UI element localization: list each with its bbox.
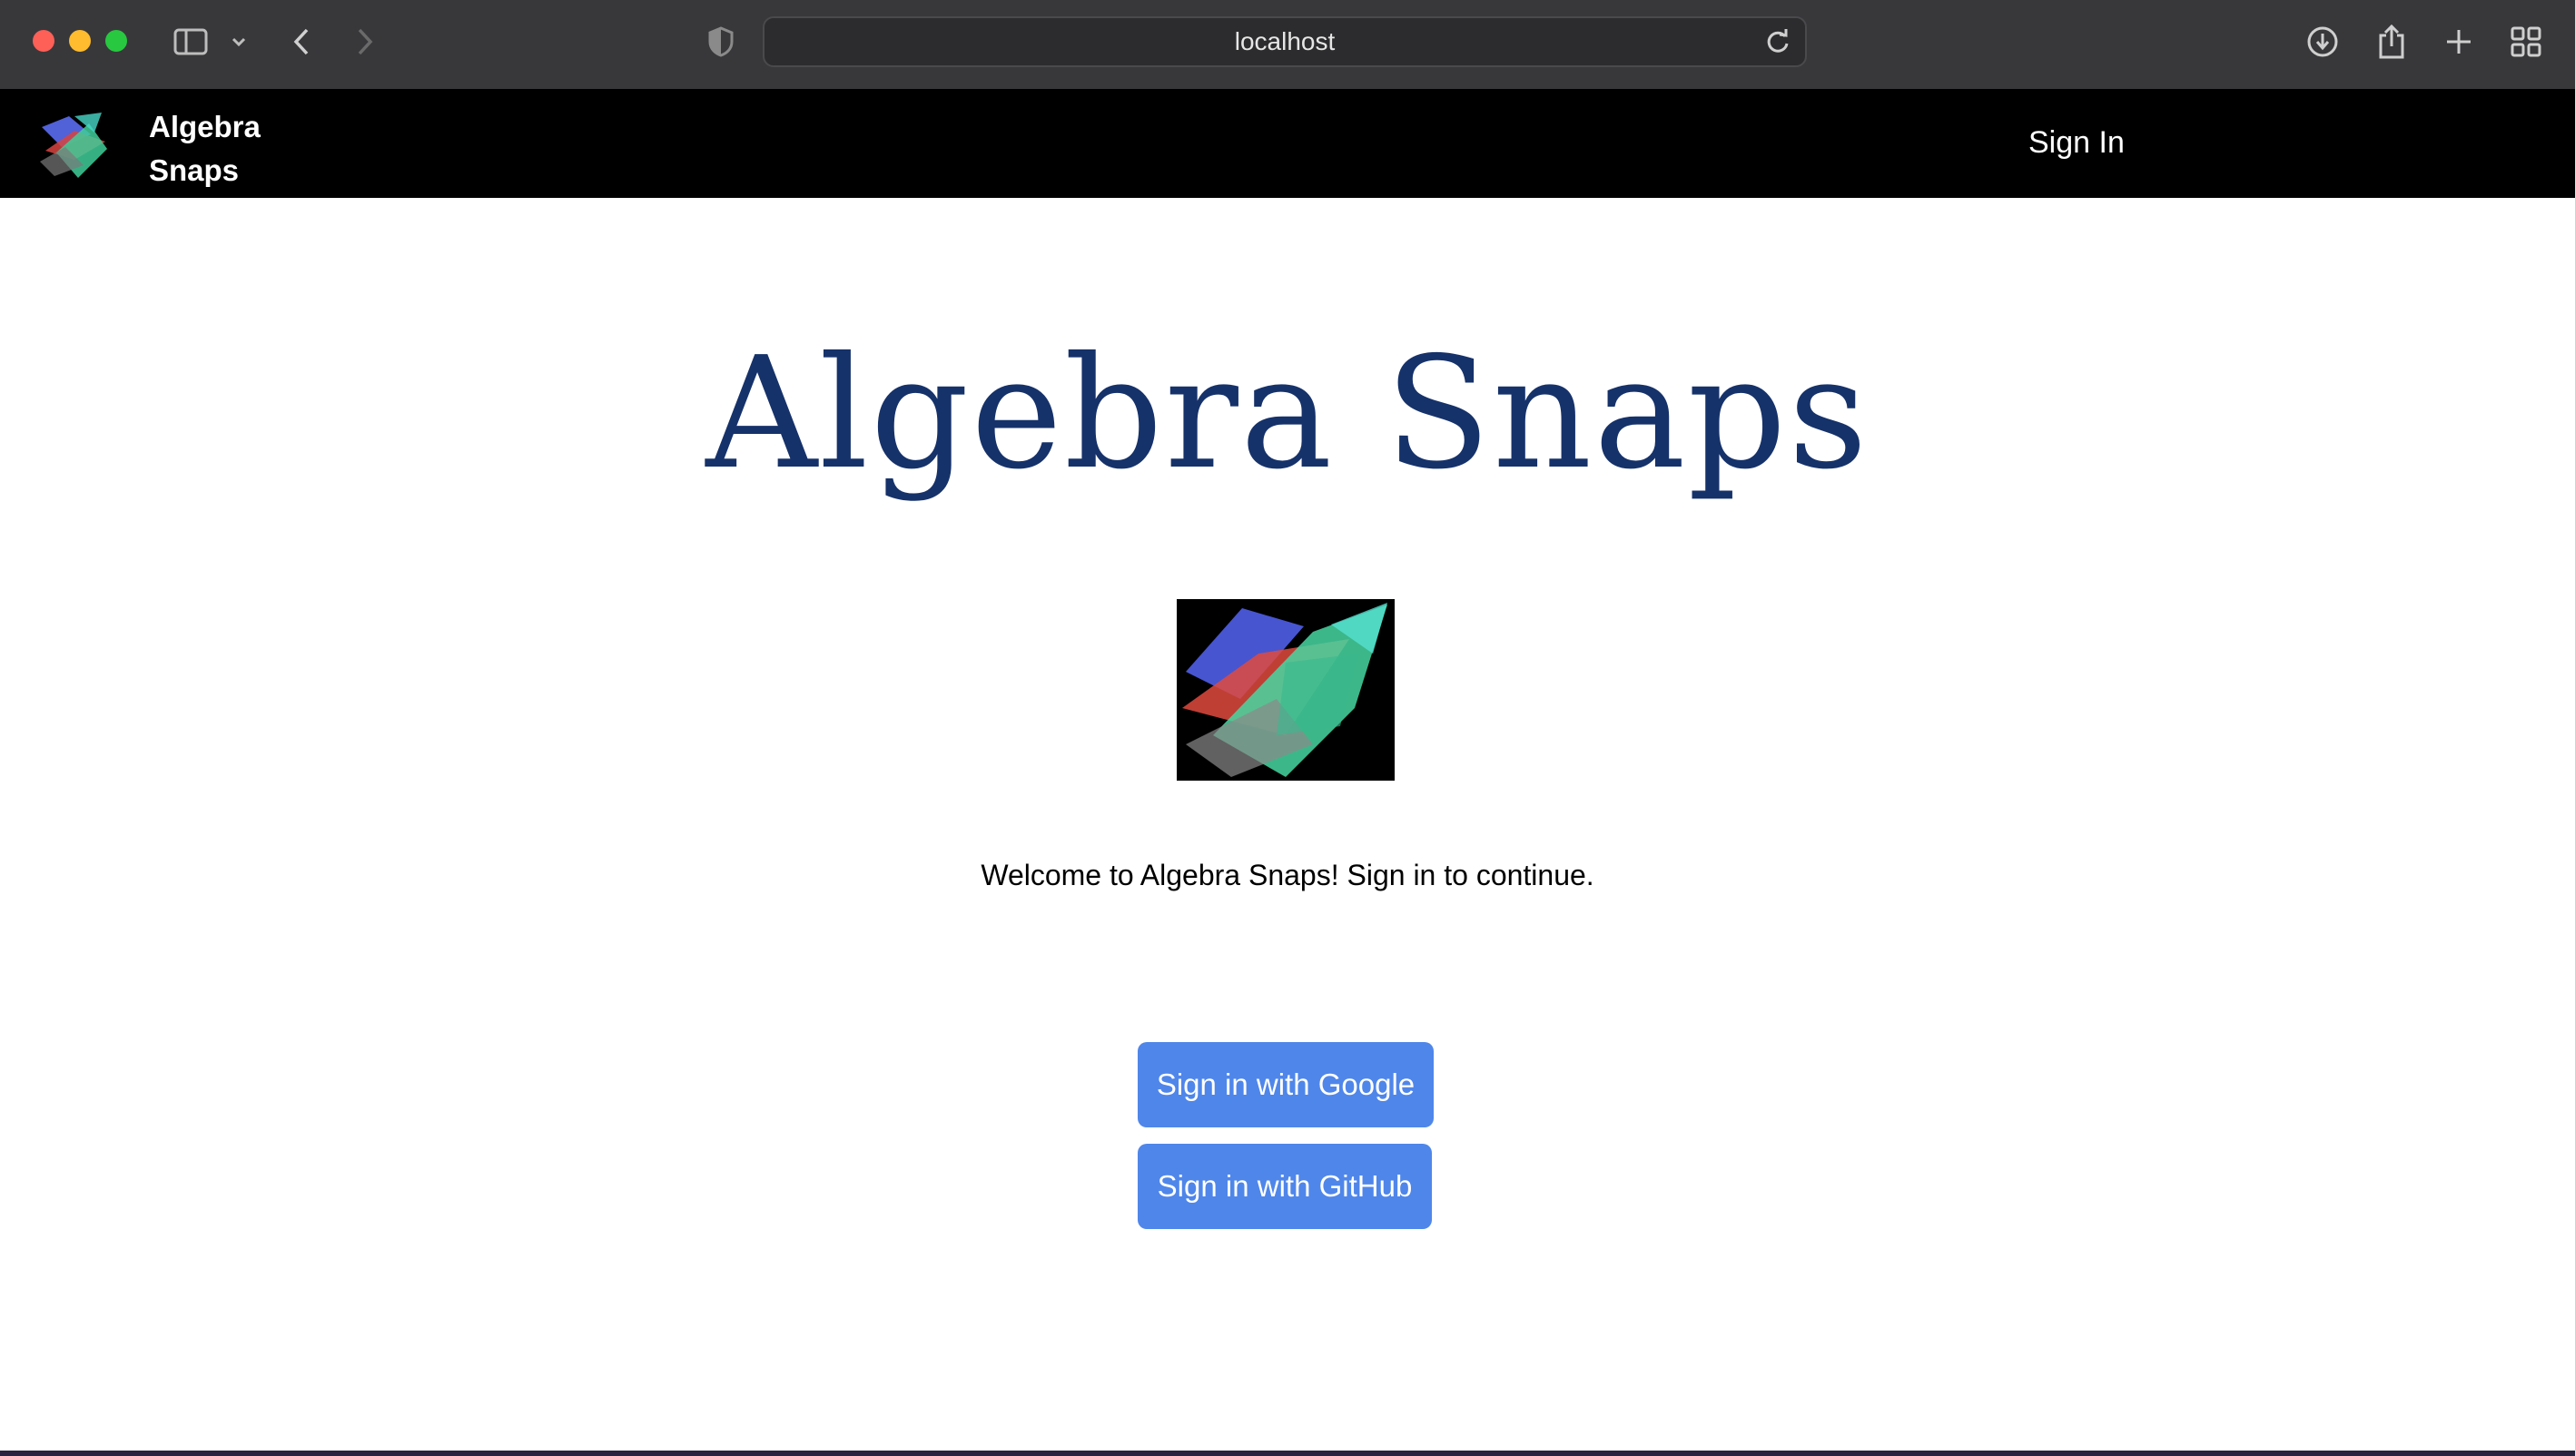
- forward-arrow-icon[interactable]: [345, 22, 385, 62]
- window-bottom-edge: [0, 1451, 2575, 1456]
- sign-in-google-button[interactable]: Sign in with Google: [1138, 1042, 1434, 1127]
- browser-toolbar: localhost: [0, 0, 2575, 89]
- chevron-down-icon[interactable]: [225, 22, 252, 62]
- url-text[interactable]: localhost: [765, 18, 1805, 65]
- sidebar-icon[interactable]: [171, 22, 211, 62]
- maximize-window-button[interactable]: [105, 30, 127, 52]
- page-title: Algebra Snaps: [705, 324, 1870, 504]
- grid-icon[interactable]: [2506, 22, 2546, 62]
- shield-icon[interactable]: [701, 22, 741, 62]
- reload-icon[interactable]: [1761, 25, 1794, 58]
- back-arrow-icon[interactable]: [281, 22, 321, 62]
- welcome-message: Welcome to Algebra Snaps! Sign in to con…: [981, 859, 1594, 891]
- brand-name-line-1: Algebra: [149, 110, 261, 143]
- close-window-button[interactable]: [33, 30, 54, 52]
- share-icon[interactable]: [2372, 22, 2412, 62]
- download-icon[interactable]: [2303, 22, 2343, 62]
- nav-sign-in-link[interactable]: Sign In: [2028, 122, 2125, 163]
- brand-logo[interactable]: [38, 111, 111, 183]
- minimize-window-button[interactable]: [69, 30, 91, 52]
- navbar: Algebra Snaps Sign In: [0, 89, 2575, 198]
- brand-name[interactable]: Algebra Snaps: [149, 105, 331, 192]
- web-page: Algebra Snaps Sign In Algebra Snaps Welc…: [0, 89, 2575, 1451]
- hero-image: [1177, 599, 1395, 781]
- plus-icon[interactable]: [2439, 22, 2479, 62]
- address-bar[interactable]: localhost: [763, 16, 1807, 67]
- sign-in-github-button[interactable]: Sign in with GitHub: [1138, 1144, 1432, 1229]
- brand-name-line-2: Snaps: [149, 153, 240, 187]
